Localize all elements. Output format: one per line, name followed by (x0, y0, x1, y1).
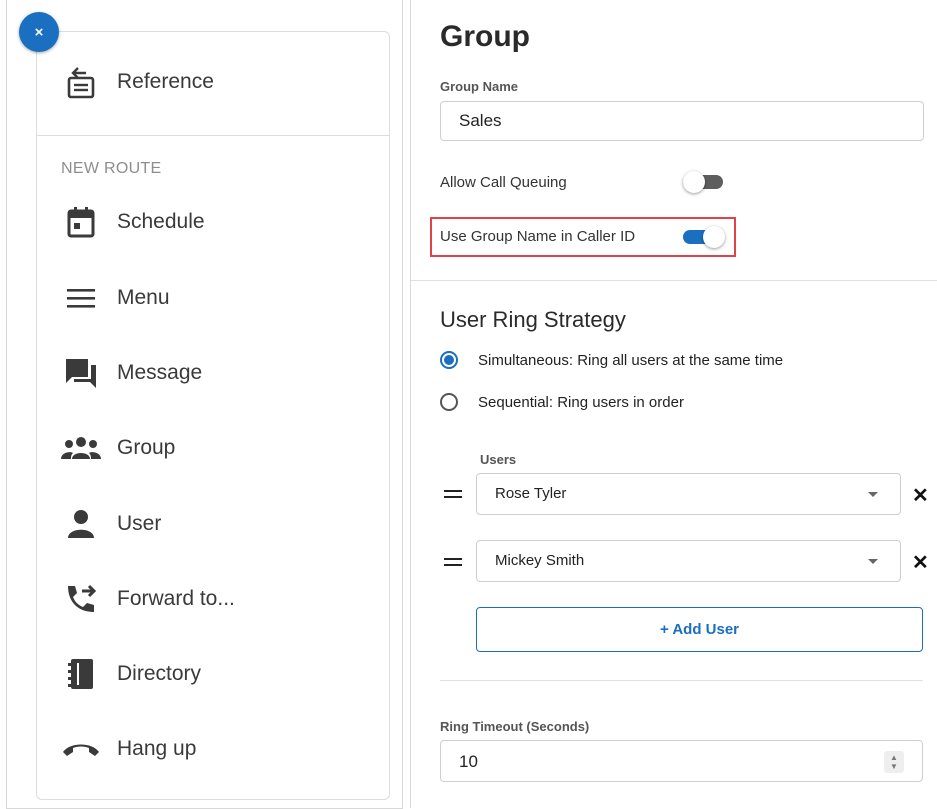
sidebar-item-menu[interactable]: Menu (61, 278, 170, 318)
radio-label: Simultaneous: Ring all users at the same… (478, 351, 784, 369)
allow-call-queuing-label: Allow Call Queuing (440, 174, 567, 191)
divider (37, 135, 389, 136)
sidebar-item-label: Message (117, 361, 203, 384)
section-label: NEW ROUTE (61, 160, 162, 177)
sidebar-item-label: User (117, 512, 162, 535)
sidebar-item-user[interactable]: User (61, 504, 161, 544)
sidebar-item-schedule[interactable]: Schedule (61, 202, 205, 242)
sidebar-item-label: Directory (117, 662, 202, 685)
user-select[interactable]: Rose Tyler (476, 473, 901, 515)
sidebar-item-label: Group (117, 436, 176, 459)
allow-call-queuing-toggle[interactable] (683, 171, 725, 193)
route-sidebar: Reference NEW ROUTE Schedule Menu Messag… (6, 0, 403, 809)
drag-handle-icon[interactable] (444, 490, 462, 502)
radio-label: Sequential: Ring users in order (478, 393, 684, 411)
close-button[interactable]: × (19, 12, 59, 52)
sidebar-item-label: Forward to... (117, 587, 235, 610)
phone-forward-icon (61, 579, 101, 619)
add-user-button[interactable]: + Add User (476, 607, 923, 652)
section-divider (411, 280, 937, 281)
use-group-name-toggle[interactable] (683, 226, 725, 248)
user-select-value: Mickey Smith (495, 552, 585, 569)
sidebar-item-reference[interactable]: Reference (61, 62, 214, 102)
remove-user-icon[interactable]: ✕ (912, 483, 929, 508)
dropdown-caret-icon (868, 559, 878, 564)
sidebar-item-message[interactable]: Message (61, 353, 202, 393)
number-spinner-icon[interactable]: ▲ ▼ (884, 751, 904, 773)
radio-button[interactable] (440, 393, 458, 411)
sidebar-item-label: Reference (117, 70, 214, 93)
drag-handle-icon[interactable] (444, 558, 462, 570)
group-name-label: Group Name (440, 79, 519, 94)
sidebar-item-label: Menu (117, 286, 170, 309)
use-group-name-label: Use Group Name in Caller ID (440, 228, 636, 245)
ring-timeout-label: Ring Timeout (Seconds) (440, 719, 590, 734)
strategy-sequential[interactable]: Sequential: Ring users in order (440, 393, 684, 411)
user-select[interactable]: Mickey Smith (476, 540, 901, 582)
users-label: Users (480, 452, 517, 467)
sidebar-item-label: Hang up (117, 737, 197, 760)
calendar-icon (61, 202, 101, 242)
strategy-simultaneous[interactable]: Simultaneous: Ring all users at the same… (440, 351, 783, 369)
sidebar-item-hang-up[interactable]: Hang up (61, 729, 196, 769)
group-icon (61, 428, 101, 468)
ring-strategy-title: User Ring Strategy (440, 307, 626, 332)
page-title: Group (440, 20, 530, 53)
directory-book-icon (61, 654, 101, 694)
radio-button[interactable] (440, 351, 458, 369)
person-icon (61, 504, 101, 544)
remove-user-icon[interactable]: ✕ (912, 550, 929, 575)
ring-timeout-value: 10 (459, 752, 478, 771)
sidebar-item-forward[interactable]: Forward to... (61, 579, 235, 619)
route-card: Reference NEW ROUTE Schedule Menu Messag… (36, 31, 390, 800)
sidebar-item-group[interactable]: Group (61, 428, 175, 468)
sidebar-item-directory[interactable]: Directory (61, 654, 201, 694)
section-divider (440, 680, 923, 681)
hang-up-icon (61, 729, 101, 769)
menu-lines-icon (61, 278, 101, 318)
ring-timeout-input[interactable]: 10 ▲ ▼ (440, 740, 923, 782)
sidebar-item-label: Schedule (117, 210, 205, 233)
group-name-input[interactable]: Sales (440, 101, 924, 141)
dropdown-caret-icon (868, 492, 878, 497)
chat-bubbles-icon (61, 353, 101, 393)
user-select-value: Rose Tyler (495, 485, 567, 502)
group-name-value: Sales (459, 111, 502, 130)
toggle-thumb (683, 171, 705, 193)
close-icon: × (34, 23, 44, 41)
reference-icon (61, 62, 101, 102)
toggle-thumb (703, 226, 725, 248)
